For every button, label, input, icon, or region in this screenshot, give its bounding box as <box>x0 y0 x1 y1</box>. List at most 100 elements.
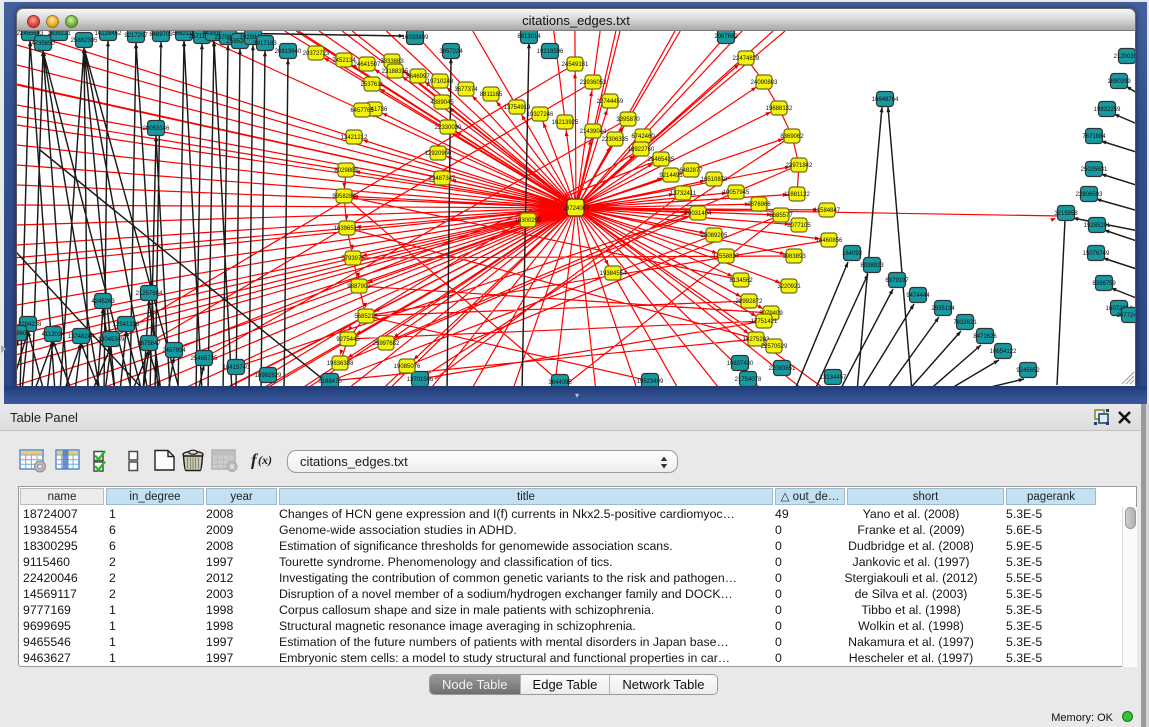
svg-text:2935134: 2935134 <box>931 306 955 312</box>
svg-text:8369062: 8369062 <box>780 134 804 140</box>
svg-text:2876966: 2876966 <box>747 202 771 208</box>
svg-text:20813640: 20813640 <box>275 49 302 55</box>
svg-text:21257684: 21257684 <box>136 291 163 297</box>
svg-text:20772475: 20772475 <box>1117 313 1136 319</box>
svg-text:19836388: 19836388 <box>327 361 354 367</box>
svg-text:10327246: 10327246 <box>527 112 554 118</box>
svg-text:10654122: 10654122 <box>990 349 1017 355</box>
svg-text:7632621: 7632621 <box>953 320 977 326</box>
svg-text:4429607: 4429607 <box>17 331 30 337</box>
svg-text:2077105: 2077105 <box>787 223 811 229</box>
svg-text:12541238: 12541238 <box>113 322 140 328</box>
svg-text:11881122: 11881122 <box>784 192 810 198</box>
svg-text:25465435: 25465435 <box>648 157 675 163</box>
svg-text:13045349: 13045349 <box>98 337 125 343</box>
svg-text:19688132: 19688132 <box>766 106 793 112</box>
svg-text:4112034: 4112034 <box>42 332 66 338</box>
svg-text:13754919: 13754919 <box>504 105 531 111</box>
svg-text:8813014: 8813014 <box>517 34 541 40</box>
svg-text:19285201: 19285201 <box>1084 223 1111 229</box>
svg-text:19384554: 19384554 <box>600 271 627 277</box>
svg-text:12920906: 12920906 <box>425 151 452 157</box>
svg-text:5793975: 5793975 <box>341 256 365 262</box>
svg-text:22570529: 22570529 <box>761 344 788 350</box>
svg-text:22806503: 22806503 <box>1076 192 1103 198</box>
svg-text:25997682: 25997682 <box>373 341 400 347</box>
svg-text:19218506: 19218506 <box>537 49 564 55</box>
svg-text:9875847: 9875847 <box>137 341 161 347</box>
svg-text:19085076: 19085076 <box>394 364 421 370</box>
svg-text:6457765: 6457765 <box>350 108 374 114</box>
svg-text:8938923: 8938923 <box>860 263 884 269</box>
svg-text:20053346: 20053346 <box>143 126 170 132</box>
svg-text:22093651: 22093651 <box>769 366 796 372</box>
svg-text:24090883: 24090883 <box>751 80 778 86</box>
svg-text:1890399: 1890399 <box>1107 79 1131 85</box>
svg-text:22474828: 22474828 <box>733 56 760 62</box>
svg-text:9474444: 9474444 <box>906 293 930 299</box>
svg-text:21439044: 21439044 <box>580 129 607 135</box>
svg-text:7671884: 7671884 <box>1082 134 1106 140</box>
svg-text:22992872: 22992872 <box>736 299 763 305</box>
svg-text:164093: 164093 <box>842 251 863 257</box>
svg-text:22306335: 22306335 <box>602 137 629 143</box>
svg-text:2537611: 2537611 <box>361 82 385 88</box>
svg-text:13748244: 13748244 <box>68 334 95 340</box>
svg-text:16415740: 16415740 <box>223 365 250 371</box>
svg-text:6379197: 6379197 <box>885 278 909 284</box>
svg-text:8489709: 8489709 <box>149 32 173 38</box>
svg-text:24641507: 24641507 <box>354 62 381 68</box>
svg-text:3395870: 3395870 <box>616 117 640 123</box>
svg-text:8134562: 8134562 <box>729 278 753 284</box>
svg-text:21200396: 21200396 <box>1114 54 1136 60</box>
svg-text:9887903: 9887903 <box>347 284 371 290</box>
svg-text:18992829: 18992829 <box>255 373 282 379</box>
svg-text:10228452: 10228452 <box>95 31 122 37</box>
svg-text:23936053: 23936053 <box>580 80 607 86</box>
svg-text:22744459: 22744459 <box>597 99 624 105</box>
svg-text:19523409: 19523409 <box>637 379 664 385</box>
svg-text:21754078: 21754078 <box>735 377 762 383</box>
svg-text:10057945: 10057945 <box>723 190 750 196</box>
svg-text:4389045: 4389045 <box>430 100 454 106</box>
svg-text:11558837: 11558837 <box>713 254 740 260</box>
svg-text:24549181: 24549181 <box>562 62 589 68</box>
svg-text:8811165: 8811165 <box>480 92 503 98</box>
svg-text:10710248: 10710248 <box>427 79 454 85</box>
svg-text:13421212: 13421212 <box>341 135 368 141</box>
svg-text:3857224: 3857224 <box>439 49 463 55</box>
svg-text:8396759: 8396759 <box>1092 281 1116 287</box>
svg-text:20372723: 20372723 <box>303 51 330 57</box>
svg-text:3677374: 3677374 <box>454 87 478 93</box>
svg-text:9958289: 9958289 <box>332 194 356 200</box>
svg-text:18724007: 18724007 <box>563 206 590 212</box>
svg-text:8029889: 8029889 <box>334 168 358 174</box>
svg-text:3220921: 3220921 <box>777 284 801 290</box>
svg-text:25485735: 25485735 <box>191 356 218 362</box>
svg-text:9245652: 9245652 <box>1016 368 1040 374</box>
svg-text:22330030: 22330030 <box>435 125 462 131</box>
svg-text:3215958: 3215958 <box>1054 211 1078 217</box>
svg-text:13732411: 13732411 <box>670 191 697 197</box>
svg-text:(x): (x) <box>258 453 272 467</box>
svg-text:9217207: 9217207 <box>124 33 148 39</box>
svg-text:16033809: 16033809 <box>402 35 429 41</box>
svg-text:16213925: 16213925 <box>552 120 579 126</box>
svg-text:25025631: 25025631 <box>1081 167 1108 173</box>
svg-text:4245263: 4245263 <box>91 299 115 305</box>
svg-text:2087682: 2087682 <box>714 34 738 40</box>
svg-text:5685216: 5685216 <box>354 314 378 320</box>
svg-text:23971842: 23971842 <box>786 163 813 169</box>
svg-text:9275445: 9275445 <box>336 337 360 343</box>
svg-text:23188315: 23188315 <box>382 69 409 75</box>
svg-text:25882305: 25882305 <box>71 38 98 44</box>
svg-text:14460856: 14460856 <box>816 238 843 244</box>
svg-text:20031404: 20031404 <box>685 211 712 217</box>
svg-text:6742460: 6742460 <box>631 134 655 140</box>
svg-text:18922760: 18922760 <box>628 147 655 153</box>
svg-text:11584847: 11584847 <box>814 208 841 214</box>
svg-text:18300295: 18300295 <box>515 218 542 224</box>
svg-text:13134457: 13134457 <box>820 375 847 381</box>
svg-text:8685577: 8685577 <box>769 213 793 219</box>
svg-text:16648764: 16648764 <box>872 97 899 103</box>
